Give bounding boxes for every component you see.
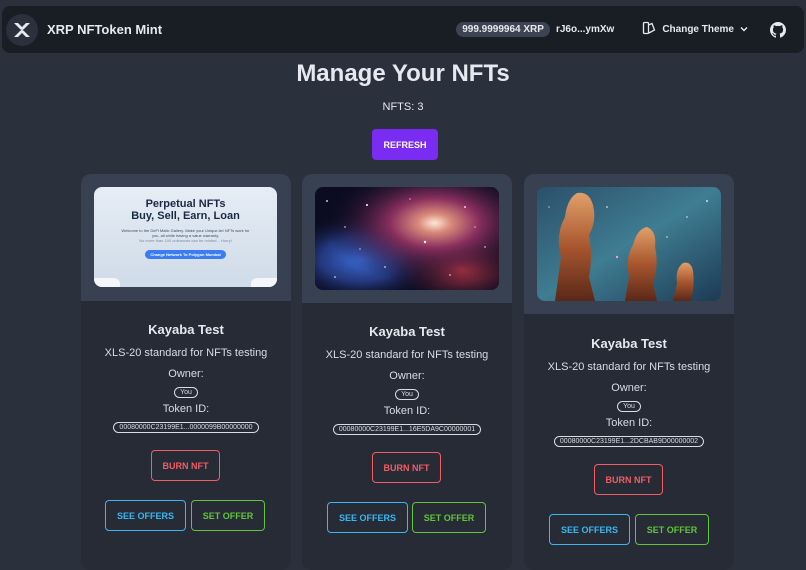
nft-card: Kayaba Test XLS-20 standard for NFTs tes… [524, 174, 734, 570]
balance-badge: 999.9999964 XRP [456, 22, 550, 37]
card-body: Kayaba Test XLS-20 standard for NFTs tes… [81, 322, 291, 433]
xrp-logo-icon[interactable] [6, 13, 38, 46]
token-id-badge: 00080000C23199E1...2DCBAB9D00000002 [553, 436, 705, 447]
token-id-badge: 00080000C23199E1...16E5DA9C00000001 [332, 424, 482, 435]
token-id-label: Token ID: [605, 417, 653, 429]
owner-label: Owner: [611, 382, 647, 394]
nft-card: Perpetual NFTs Buy, Sell, Earn, Loan Wel… [81, 174, 291, 570]
nft-image-container: Perpetual NFTs Buy, Sell, Earn, Loan Wel… [81, 174, 291, 301]
nft-description: XLS-20 standard for NFTs testing [325, 349, 489, 361]
github-icon[interactable] [770, 21, 786, 38]
nft-image [537, 187, 721, 301]
change-theme-button[interactable]: Change Theme [642, 21, 748, 38]
nft-count: NFTS: 3 [0, 101, 806, 113]
wallet-address[interactable]: rJ6o...ymXw [556, 24, 614, 35]
burn-nft-button[interactable]: BURN NFT [372, 452, 441, 483]
nft-image-container [524, 174, 734, 314]
token-id-label: Token ID: [162, 403, 210, 415]
nft-title: Kayaba Test [591, 336, 667, 351]
card-body: Kayaba Test XLS-20 standard for NFTs tes… [524, 336, 734, 447]
set-offer-button[interactable]: SET OFFER [412, 502, 486, 533]
pillars-image [537, 187, 721, 301]
nft-card: Kayaba Test XLS-20 standard for NFTs tes… [302, 174, 512, 570]
refresh-button[interactable]: REFRESH [372, 129, 438, 160]
see-offers-button[interactable]: SEE OFFERS [327, 502, 408, 533]
nft-count-value: 3 [417, 101, 424, 113]
burn-nft-button[interactable]: BURN NFT [594, 464, 663, 495]
preview-text: Welcome to the DeFi Matic Gallery. Make … [121, 228, 250, 243]
owner-label: Owner: [389, 370, 425, 382]
nft-image: Perpetual NFTs Buy, Sell, Earn, Loan Wel… [94, 187, 277, 287]
navbar: XRP NFToken Mint 999.9999964 XRP rJ6o...… [2, 6, 804, 53]
website-preview-image: Perpetual NFTs Buy, Sell, Earn, Loan Wel… [94, 187, 277, 287]
see-offers-button[interactable]: SEE OFFERS [105, 500, 186, 531]
preview-heading: Perpetual NFTs Buy, Sell, Earn, Loan [131, 198, 240, 222]
nft-title: Kayaba Test [148, 322, 224, 337]
nebula-image [315, 187, 499, 290]
theme-icon [642, 21, 656, 38]
change-theme-label: Change Theme [662, 24, 734, 35]
nft-count-label: NFTS: [382, 101, 415, 113]
see-offers-button[interactable]: SEE OFFERS [549, 514, 630, 545]
nft-description: XLS-20 standard for NFTs testing [547, 361, 711, 373]
nft-image [315, 187, 499, 290]
chevron-down-icon [740, 24, 748, 35]
burn-nft-button[interactable]: BURN NFT [151, 450, 220, 481]
owner-badge: You [174, 387, 198, 398]
owner-badge: You [395, 389, 419, 400]
preview-network-button: Change Network To Polygon Mumbai [145, 250, 226, 259]
token-id-label: Token ID: [383, 405, 431, 417]
card-body: Kayaba Test XLS-20 standard for NFTs tes… [302, 324, 512, 435]
nft-description: XLS-20 standard for NFTs testing [104, 347, 268, 359]
nft-title: Kayaba Test [369, 324, 445, 339]
token-id-badge: 00080000C23199E1...0000099B00000000 [113, 422, 259, 433]
owner-label: Owner: [168, 368, 204, 380]
set-offer-button[interactable]: SET OFFER [635, 514, 709, 545]
nft-image-container [302, 174, 512, 303]
page-title: Manage Your NFTs [296, 60, 510, 87]
app-title[interactable]: XRP NFToken Mint [47, 22, 162, 37]
owner-badge: You [617, 401, 641, 412]
set-offer-button[interactable]: SET OFFER [191, 500, 265, 531]
